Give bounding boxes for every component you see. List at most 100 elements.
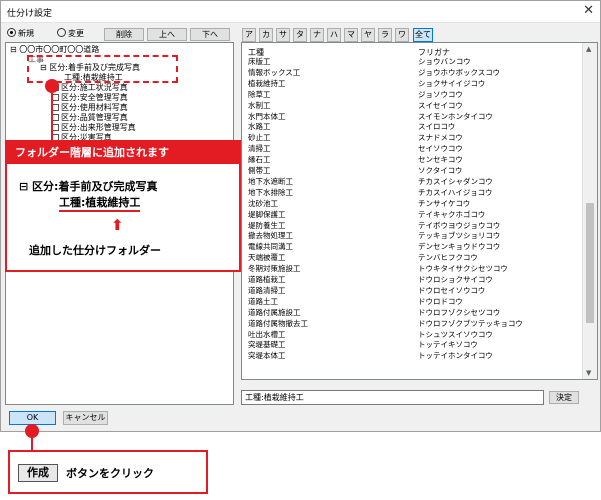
tree-root[interactable]: ⊟ 〇〇市〇〇町〇〇道路 (10, 45, 99, 55)
vertical-scrollbar[interactable]: ▲ ▼ (582, 43, 597, 379)
koshu-cell: 電線共同溝工 (248, 242, 293, 252)
list-item[interactable]: 情報ボックス工 ジョウホウボックスコウ (246, 68, 576, 79)
tree-node-item3[interactable]: 区分:安全管理写真 (52, 93, 128, 103)
radio-selected-icon (7, 28, 16, 37)
kana-filter-ka[interactable]: カ (259, 28, 273, 42)
list-item[interactable]: 堤脚保護工 テイキャクホゴコウ (246, 210, 576, 221)
work-type-list[interactable]: 工種 フリガナ 床版工 ショウバンコウ 情報ボックス工 ジョウホウボックスコウ 植栽維持… (241, 42, 598, 380)
kana-filter-na[interactable]: ナ (310, 28, 324, 42)
list-item[interactable]: 堤防養生工 テイボウヨウジョウコウ (246, 221, 576, 232)
list-item[interactable]: 道路植栽工 ドウロショクサイコウ (246, 275, 576, 286)
furigana-cell: セイソウコウ (418, 144, 463, 154)
kana-filter-a[interactable]: ア (242, 28, 256, 42)
koshu-cell: 縁石工 (248, 155, 271, 165)
list-item[interactable]: 地下水遮断工 チカスイシャダンコウ (246, 177, 576, 188)
list-item[interactable]: 沈砂池工 チンサイケコウ (246, 199, 576, 210)
list-item[interactable]: 道路付属施設工 ドウロフゾクシセツコウ (246, 308, 576, 319)
furigana-cell: テンバヒフクコウ (418, 253, 478, 263)
list-item[interactable]: 道路土工 ドウロドコウ (246, 297, 576, 308)
furigana-cell: ショウバンコウ (418, 57, 471, 66)
kana-filter-ra[interactable]: ラ (378, 28, 392, 42)
furigana-cell: トウキタイサクシセツコウ (418, 264, 508, 274)
kana-filter-all[interactable]: 全て (413, 28, 433, 42)
collapse-icon[interactable]: ⊟ (10, 45, 19, 54)
koshu-cell: 砂止工 (248, 133, 271, 143)
list-item[interactable]: 地下水排除工 チカスイハイジョコウ (246, 188, 576, 199)
radio-change[interactable]: 変更 (57, 28, 84, 40)
title-bar: 仕分け設定 ✕ (1, 1, 600, 23)
list-item[interactable]: 床版工 ショウバンコウ (246, 57, 576, 68)
furigana-cell: センセキコウ (418, 155, 463, 165)
close-icon[interactable]: ✕ (583, 3, 594, 18)
checkbox[interactable] (52, 104, 59, 111)
furigana-cell: デンセンキョウドウコウ (418, 242, 501, 252)
list-item[interactable]: 除草工 ジョソウコウ (246, 90, 576, 101)
scroll-up-icon[interactable]: ▲ (586, 45, 591, 53)
ok-button[interactable]: OK (9, 411, 56, 425)
marker-line (51, 90, 53, 140)
furigana-cell: ソクタイコウ (418, 166, 463, 175)
furigana-cell: ジョソウコウ (418, 89, 463, 99)
furigana-cell: トッテイホンタイコウ (418, 351, 493, 361)
tree-node-item4[interactable]: 区分:使用材料写真 (52, 103, 128, 113)
radio-new[interactable]: 新規 (7, 28, 34, 40)
koshu-cell: 地下水遮断工 (248, 176, 293, 186)
koshu-cell: 道路付属物撤去工 (248, 318, 308, 328)
kana-filter-ya[interactable]: ヤ (361, 28, 375, 42)
kana-filter-wa[interactable]: ワ (395, 28, 409, 42)
list-item[interactable]: 道路清掃工 ドウロセイソウコウ (246, 286, 576, 297)
koshu-cell: 側帯工 (248, 166, 271, 175)
kana-filter-ha[interactable]: ハ (327, 28, 341, 42)
create-button-label: 作成 (18, 464, 58, 482)
kana-filter-ta[interactable]: タ (293, 28, 307, 42)
list-item[interactable]: 電線共同溝工 デンセンキョウドウコウ (246, 242, 576, 253)
furigana-cell: ドウロショクサイコウ (418, 275, 493, 284)
furigana-cell: ドウロセイソウコウ (418, 285, 486, 295)
list-item[interactable]: 水制工 スイセイコウ (246, 101, 576, 112)
kana-filter-sa[interactable]: サ (276, 28, 290, 42)
list-item[interactable]: 冬期対策施設工 トウキタイサクシセツコウ (246, 264, 576, 275)
cancel-button[interactable]: キャンセル (63, 411, 108, 425)
scroll-thumb[interactable] (586, 203, 594, 323)
folder-name-input[interactable]: 工種:植栽維持工 (241, 390, 544, 405)
list-item[interactable]: 撤去物処理工 テッキョブツショリコウ (246, 231, 576, 242)
list-item[interactable]: 吐出水槽工 トシュツスイソウコウ (246, 330, 576, 341)
checkbox[interactable] (52, 124, 59, 131)
list-item[interactable]: 水路工 スイロコウ (246, 122, 576, 133)
list-item[interactable]: 突堤基礎工 トッテイキソコウ (246, 340, 576, 351)
furigana-cell: スイモンホンタイコウ (418, 111, 493, 121)
callout-header: フォルダー階層に追加されます (7, 142, 239, 164)
list-item[interactable]: 水門本体工 スイモンホンタイコウ (246, 112, 576, 123)
list-item[interactable]: 天端被覆工 テンバヒフクコウ (246, 253, 576, 264)
instruction-box: 作成 ボタンをクリック (8, 450, 208, 494)
move-down-button[interactable]: 下へ (190, 28, 230, 41)
tree-node-item2[interactable]: 区分:施工状況写真 (52, 83, 128, 93)
delete-button[interactable]: 削除 (104, 28, 144, 41)
koshu-cell: 沈砂池工 (248, 198, 278, 208)
koshu-cell: 植栽維持工 (248, 78, 286, 88)
list-item[interactable]: 側帯工 ソクタイコウ (246, 166, 576, 177)
koshu-cell: 地下水排除工 (248, 187, 293, 197)
decide-button[interactable]: 決定 (549, 391, 579, 404)
list-item[interactable]: 砂止工 スナドメコウ (246, 133, 576, 144)
checkbox[interactable] (52, 114, 59, 121)
list-item[interactable]: 突堤本体工 トッテイホンタイコウ (246, 351, 576, 362)
koshu-cell: 突堤基礎工 (248, 340, 286, 350)
scroll-down-icon[interactable]: ▼ (586, 369, 591, 377)
list-item[interactable]: 植栽維持工 ショクサイイジコウ (246, 79, 576, 90)
furigana-cell: トッテイキソコウ (418, 340, 478, 350)
furigana-cell: チカスイハイジョコウ (418, 187, 493, 197)
furigana-cell: テイキャクホゴコウ (418, 209, 486, 219)
furigana-cell: チカスイシャダンコウ (418, 176, 493, 186)
move-up-button[interactable]: 上へ (147, 28, 187, 41)
tree-node-item6[interactable]: 区分:出来形管理写真 (52, 123, 136, 133)
list-item[interactable]: 縁石工 センセキコウ (246, 155, 576, 166)
furigana-cell: テッキョブツショリコウ (418, 231, 501, 241)
list-item[interactable]: 清掃工 セイソウコウ (246, 144, 576, 155)
tree-node-item5[interactable]: 区分:品質管理写真 (52, 113, 128, 123)
koshu-cell: 清掃工 (248, 144, 271, 154)
kana-filter-ma[interactable]: マ (344, 28, 358, 42)
list-item[interactable]: 道路付属物撤去工 ドウロフゾクブツテッキョコウ (246, 319, 576, 330)
callout-panel: フォルダー階層に追加されます ⊟ 区分:着手前及び完成写真 工種:植栽維持工 ⬆… (5, 140, 241, 272)
checkbox[interactable] (52, 94, 59, 101)
